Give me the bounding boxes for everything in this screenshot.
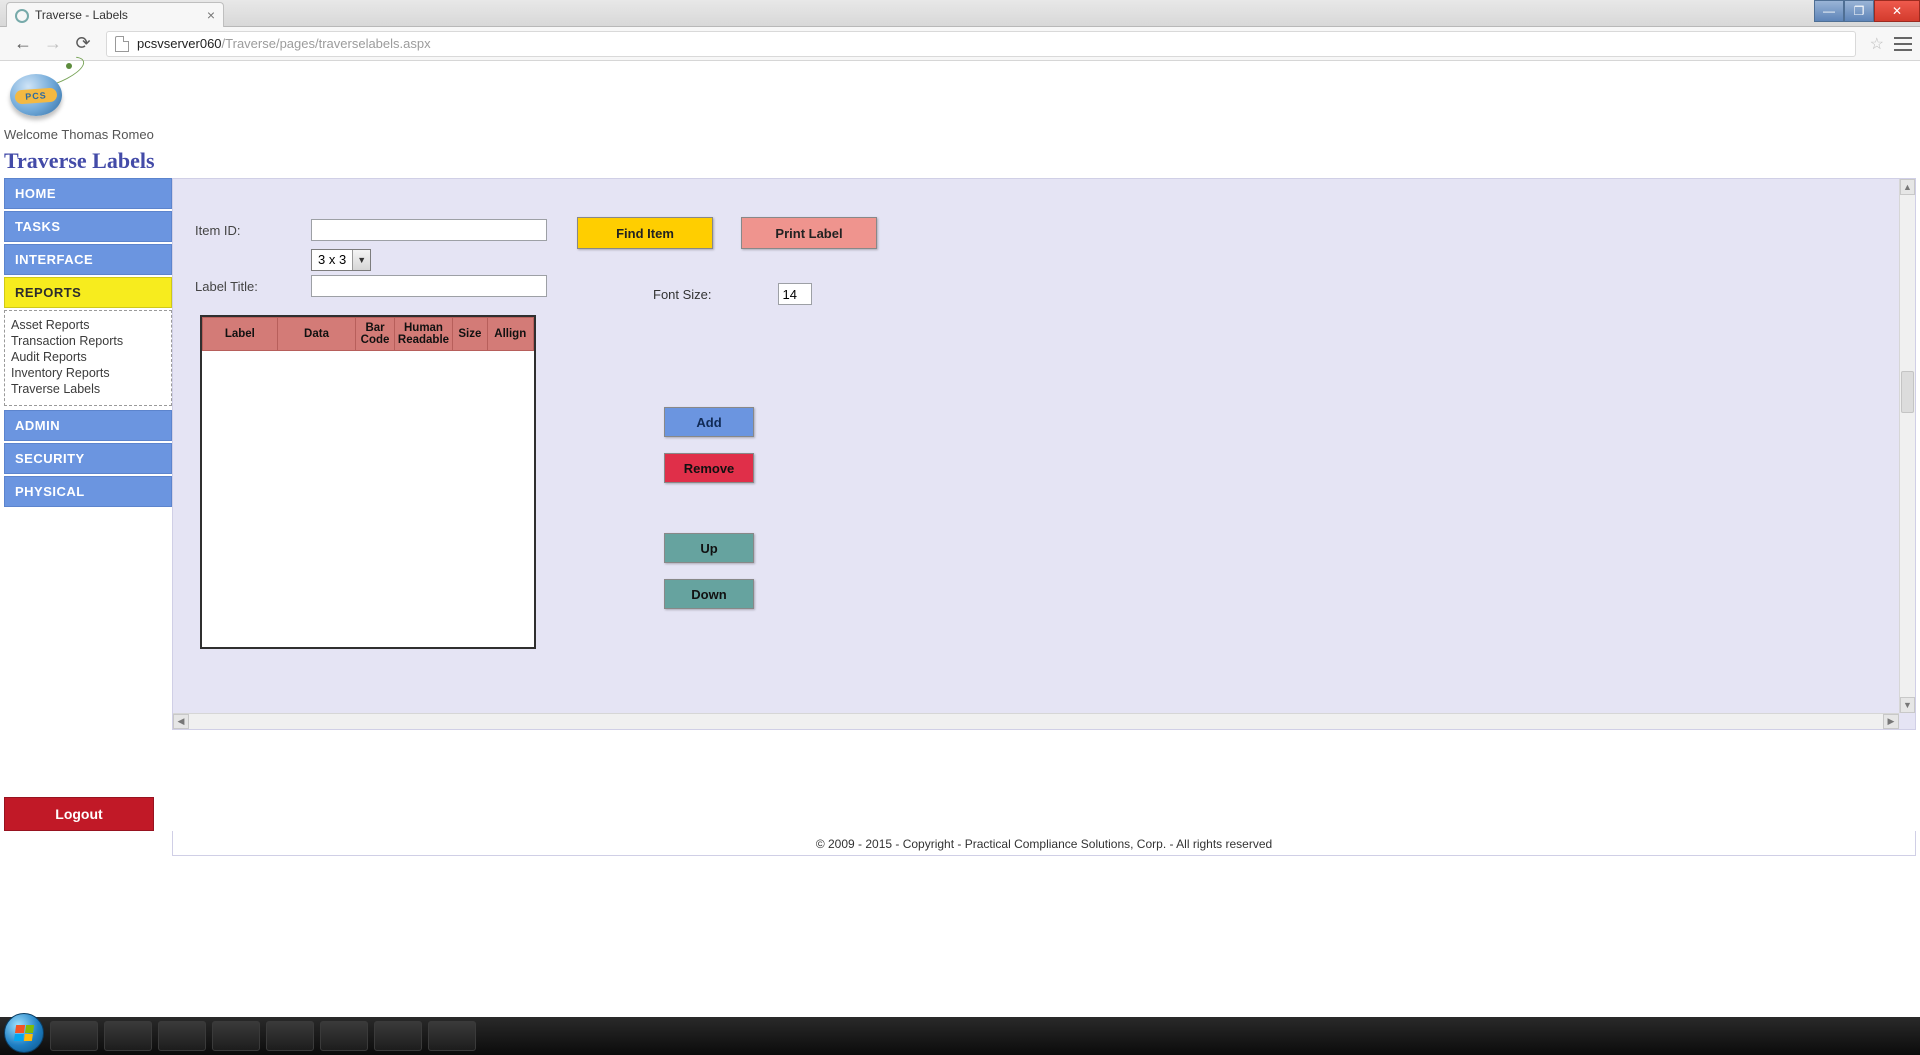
- bookmark-icon[interactable]: ☆: [1870, 34, 1884, 54]
- col-barcode[interactable]: Bar Code: [356, 318, 394, 351]
- col-data[interactable]: Data: [277, 318, 356, 351]
- layout-select-value: 3 x 3: [312, 250, 352, 270]
- chevron-down-icon[interactable]: ▼: [352, 250, 370, 270]
- item-id-input[interactable]: [311, 219, 547, 241]
- add-button[interactable]: Add: [664, 407, 754, 437]
- close-tab-icon[interactable]: ×: [207, 7, 215, 23]
- label-title-label: Label Title:: [195, 279, 311, 294]
- welcome-text: Welcome Thomas Romeo: [4, 127, 1916, 142]
- window-controls: — ❐ ✕: [1814, 0, 1920, 22]
- content-frame: Item ID: 3 x 3 ▼ Label Title: Find Item: [172, 178, 1916, 730]
- print-label-button[interactable]: Print Label: [741, 217, 877, 249]
- sublink-audit-reports[interactable]: Audit Reports: [11, 349, 165, 365]
- scroll-down-icon[interactable]: ▼: [1900, 697, 1915, 713]
- taskbar-app[interactable]: [104, 1021, 152, 1051]
- logout-button[interactable]: Logout: [4, 797, 154, 831]
- layout-select[interactable]: 3 x 3 ▼: [311, 249, 371, 271]
- logo-text: PCS: [15, 88, 58, 105]
- footer-copyright: © 2009 - 2015 - Copyright - Practical Co…: [172, 831, 1916, 856]
- scroll-left-icon[interactable]: ◀: [173, 714, 189, 729]
- sidebar-item-admin[interactable]: ADMIN: [4, 410, 172, 441]
- taskbar-app[interactable]: [50, 1021, 98, 1051]
- remove-button[interactable]: Remove: [664, 453, 754, 483]
- label-title-input[interactable]: [311, 275, 547, 297]
- scroll-right-icon[interactable]: ▶: [1883, 714, 1899, 729]
- scroll-up-icon[interactable]: ▲: [1900, 179, 1915, 195]
- close-window-button[interactable]: ✕: [1874, 0, 1920, 22]
- item-id-label: Item ID:: [195, 223, 311, 238]
- page-title: Traverse Labels: [4, 148, 1916, 174]
- browser-tab[interactable]: Traverse - Labels ×: [6, 2, 224, 27]
- font-size-input[interactable]: [778, 283, 812, 305]
- sublink-traverse-labels[interactable]: Traverse Labels: [11, 381, 165, 397]
- url-host: pcsvserver060: [137, 36, 222, 51]
- col-size[interactable]: Size: [453, 318, 487, 351]
- label-table: Label Data Bar Code Human Readable Size …: [200, 315, 536, 649]
- sidebar-item-home[interactable]: HOME: [4, 178, 172, 209]
- down-button[interactable]: Down: [664, 579, 754, 609]
- tab-title: Traverse - Labels: [35, 8, 128, 22]
- horizontal-scrollbar[interactable]: ◀ ▶: [173, 713, 1899, 729]
- reports-submenu: Asset Reports Transaction Reports Audit …: [4, 310, 172, 406]
- sidebar-item-interface[interactable]: INTERFACE: [4, 244, 172, 275]
- browser-tab-strip: Traverse - Labels × — ❐ ✕: [0, 0, 1920, 27]
- browser-toolbar: ← → ⟳ pcsvserver060/Traverse/pages/trave…: [0, 27, 1920, 61]
- sublink-inventory-reports[interactable]: Inventory Reports: [11, 365, 165, 381]
- sidebar-item-reports[interactable]: REPORTS: [4, 277, 172, 308]
- col-allign[interactable]: Allign: [487, 318, 533, 351]
- forward-button[interactable]: →: [41, 33, 65, 54]
- taskbar-app[interactable]: [212, 1021, 260, 1051]
- url-path: /Traverse/pages/traverselabels.aspx: [222, 36, 431, 51]
- up-button[interactable]: Up: [664, 533, 754, 563]
- chrome-menu-icon[interactable]: [1894, 37, 1912, 51]
- taskbar-app[interactable]: [320, 1021, 368, 1051]
- taskbar-app[interactable]: [428, 1021, 476, 1051]
- start-button[interactable]: [4, 1013, 44, 1053]
- back-button[interactable]: ←: [11, 33, 35, 54]
- minimize-button[interactable]: —: [1814, 0, 1844, 22]
- col-human-readable[interactable]: Human Readable: [394, 318, 453, 351]
- sidebar: HOME TASKS INTERFACE REPORTS Asset Repor…: [4, 178, 172, 831]
- maximize-button[interactable]: ❐: [1844, 0, 1874, 22]
- sidebar-item-tasks[interactable]: TASKS: [4, 211, 172, 242]
- sublink-transaction-reports[interactable]: Transaction Reports: [11, 333, 165, 349]
- windows-taskbar: [0, 1017, 1920, 1055]
- address-bar[interactable]: pcsvserver060/Traverse/pages/traverselab…: [106, 31, 1856, 57]
- windows-logo-icon: [14, 1025, 34, 1041]
- find-item-button[interactable]: Find Item: [577, 217, 713, 249]
- sublink-asset-reports[interactable]: Asset Reports: [11, 317, 165, 333]
- taskbar-app[interactable]: [266, 1021, 314, 1051]
- sidebar-item-security[interactable]: SECURITY: [4, 443, 172, 474]
- favicon-icon: [15, 9, 29, 23]
- col-label[interactable]: Label: [203, 318, 278, 351]
- font-size-label: Font Size:: [653, 287, 712, 302]
- taskbar-app[interactable]: [158, 1021, 206, 1051]
- taskbar-app[interactable]: [374, 1021, 422, 1051]
- scroll-thumb[interactable]: [1901, 371, 1914, 413]
- sidebar-item-physical[interactable]: PHYSICAL: [4, 476, 172, 507]
- page-icon: [115, 36, 129, 52]
- reload-button[interactable]: ⟳: [71, 33, 95, 54]
- vertical-scrollbar[interactable]: ▲ ▼: [1899, 179, 1915, 713]
- pcs-logo: PCS: [6, 65, 66, 125]
